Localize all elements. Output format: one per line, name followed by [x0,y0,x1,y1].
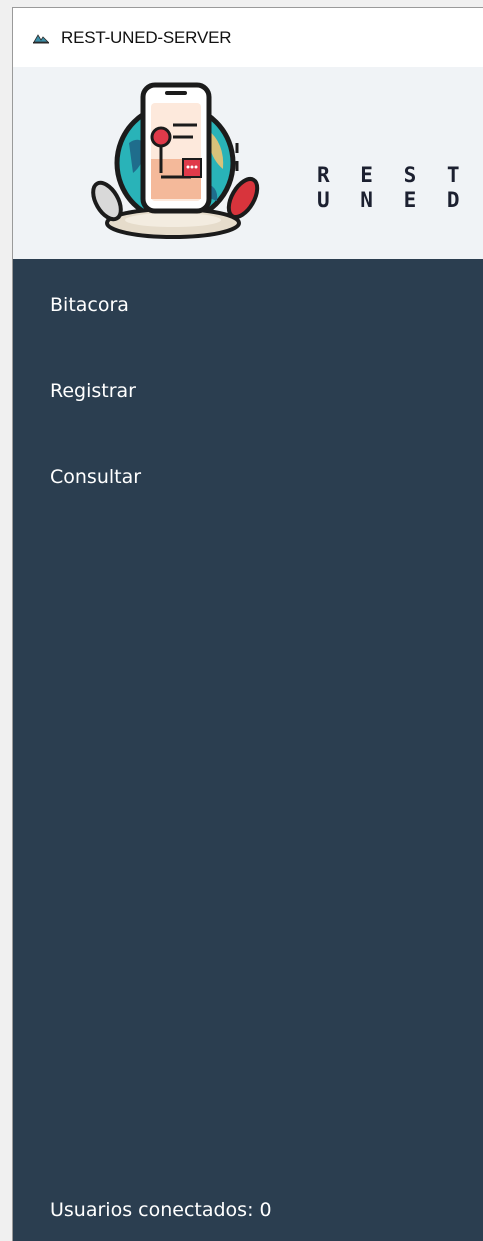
app-icon [33,32,49,44]
window-title: REST-UNED-SERVER [61,27,232,47]
logo-word-uned: U N E D [317,188,469,212]
sidebar-item-registrar[interactable]: Registrar [50,380,136,402]
sidebar: Bitacora Registrar Consultar [13,259,483,1241]
connected-users-status: Usuarios conectados: 0 [50,1199,272,1221]
title-bar: REST-UNED-SERVER [13,8,483,67]
sidebar-item-consultar[interactable]: Consultar [50,466,141,488]
app-window: REST-UNED-SERVER R E S T U N E D Bitacor… [12,7,483,1241]
logo-banner: R E S T U N E D [13,67,483,259]
logo-word-rest: R E S T [317,163,469,187]
sidebar-item-bitacora[interactable]: Bitacora [50,294,129,316]
rest-logo-image [91,82,260,239]
logo-wordmark: R E S T U N E D [317,163,469,213]
